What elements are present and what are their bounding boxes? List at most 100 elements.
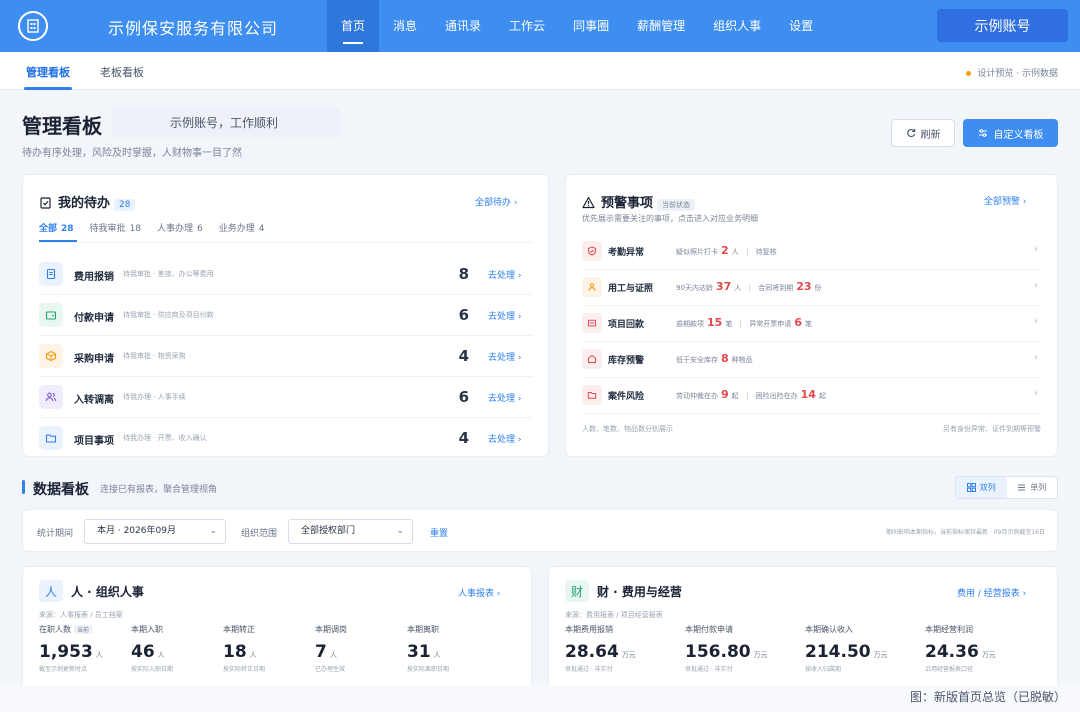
period-note: 期间影响本期指标，当前指标保持最新 · 09月示例截至16日	[886, 529, 1045, 536]
period-value: 本月 · 2026年09月	[97, 526, 176, 536]
refresh-button[interactable]: 刷新	[891, 119, 955, 147]
tab-management-board[interactable]: 管理看板	[26, 64, 70, 80]
todo-tab-1[interactable]: 待我审批 18	[90, 221, 141, 234]
warning-row[interactable]: 案件风险 劳动仲裁在办 9 起困险出险在办 14 起 ›	[582, 378, 1040, 414]
metric-item: 本期确认收入 214.50 万元 按收入归属期	[805, 624, 888, 673]
all-warning-label: 全部预警	[984, 197, 1021, 207]
metric-label: 本期离职	[407, 625, 439, 634]
todo-row-desc: 待我审批 · 物资采购	[123, 352, 186, 360]
process-link[interactable]: 去处理 ›	[488, 268, 521, 281]
two-column-toggle[interactable]: 双列	[956, 477, 1007, 498]
people-report-link[interactable]: 人事报表 ›	[458, 586, 501, 599]
todo-tab-3[interactable]: 业务办理 4	[219, 221, 265, 234]
process-label: 去处理	[488, 271, 516, 281]
todo-tabs: 全部 28 待我审批 18 人事办理 6 业务办理 4	[39, 221, 265, 234]
nav-item-1[interactable]: 消息	[379, 0, 431, 52]
chevron-right-icon: ›	[1022, 197, 1027, 207]
tab-boss-board[interactable]: 老板看板	[100, 64, 144, 80]
chevron-right-icon: ›	[496, 589, 501, 599]
refresh-label: 刷新	[920, 129, 941, 141]
process-link[interactable]: 去处理 ›	[488, 309, 521, 322]
nav-item-2[interactable]: 通讯录	[431, 0, 495, 52]
metric-item: 本期费用报销 28.64 万元 审批通过 · 非实付	[565, 624, 636, 673]
warning-row-name: 考勤异常	[608, 248, 645, 258]
metric-value-row: 31 人	[407, 642, 449, 662]
detail-unit: 人	[734, 284, 742, 292]
todo-tab-2[interactable]: 人事办理 6	[157, 221, 203, 234]
nav-item-4[interactable]: 同事圈	[559, 0, 623, 52]
single-column-toggle[interactable]: 单列	[1007, 477, 1058, 498]
all-todo-link[interactable]: 全部待办 ›	[475, 195, 518, 208]
todo-row[interactable]: 入转调离 待我办理 · 人事手续 6 去处理 ›	[39, 378, 533, 418]
detail-label: 90天内达龄	[676, 284, 713, 292]
filter-bar: 统计期间 本月 · 2026年09月 ⌄ 组织范围 全部授权部门 ⌄ 重置 期间影响…	[22, 509, 1058, 552]
warning-title-row: 预警事项 当前状态	[582, 192, 696, 211]
sliders-icon	[978, 129, 987, 137]
sub-navbar: 管理看板 老板看板 设计预览 · 示例数据	[0, 52, 1080, 90]
preview-text: 设计预览 · 示例数据	[977, 69, 1058, 79]
process-label: 去处理	[488, 435, 516, 445]
warning-state-badge: 当前状态	[657, 199, 696, 211]
chevron-right-icon: ›	[1034, 316, 1038, 327]
building-logo-icon[interactable]	[18, 11, 48, 41]
todo-row[interactable]: 费用报销 待我审批 · 差旅、办公等费用 8 去处理 ›	[39, 255, 533, 295]
chevron-right-icon: ›	[515, 271, 522, 281]
finance-report-link[interactable]: 费用 / 经营报表 ›	[957, 586, 1026, 599]
process-link[interactable]: 去处理 ›	[488, 391, 521, 404]
metric-value-row: 1,953 人	[39, 642, 103, 662]
shield-check-icon	[582, 241, 602, 261]
metric-value-row: 46 人	[131, 642, 173, 662]
customize-board-button[interactable]: 自定义看板	[963, 119, 1058, 147]
process-link[interactable]: 去处理 ›	[488, 350, 521, 363]
metric-item: 本期经营利润 24.36 万元 沿用经营报表口径	[925, 624, 996, 673]
reset-button[interactable]: 重置	[430, 526, 448, 539]
todo-row-count: 8	[458, 265, 469, 283]
warning-row[interactable]: 项目回款 逾期款项 15 笔异常开票申请 6 笔 ›	[582, 306, 1040, 342]
metric-note: 按实际转正日期	[223, 666, 266, 673]
metric-item: 本期付款申请 156.80 万元 审批通过 · 非实付	[685, 624, 768, 673]
account-button[interactable]: 示例账号	[937, 9, 1068, 42]
todo-tab-0[interactable]: 全部 28	[39, 221, 74, 234]
todo-row-desc: 待我审批 · 供应商及项目付款	[123, 311, 214, 319]
warehouse-icon	[582, 349, 602, 369]
metric-value: 7	[315, 642, 327, 662]
detail-unit: 起	[818, 392, 826, 400]
warning-row[interactable]: 用工与证照 90天内达龄 37 人 合同将到期 23 份 ›	[582, 270, 1040, 306]
warning-footnote-left: 人数、笔数、物品数分别展示	[582, 425, 673, 433]
people-source: 来源：人事报表 / 员工档案	[39, 611, 123, 619]
finance-source: 来源：费用报表 / 项目经营报表	[565, 611, 663, 619]
nav-item-3[interactable]: 工作云	[495, 0, 559, 52]
chevron-right-icon: ›	[515, 353, 522, 363]
customize-label: 自定义看板	[993, 129, 1044, 141]
nav-item-7[interactable]: 设置	[775, 0, 827, 52]
warning-row-name: 项目回款	[608, 320, 645, 330]
metric-unit: 人	[329, 651, 337, 659]
warning-row[interactable]: 库存预警 低于安全库存 8 种物品 ›	[582, 342, 1040, 378]
process-link[interactable]: 去处理 ›	[488, 432, 521, 445]
invoice-icon	[582, 313, 602, 333]
all-warning-link[interactable]: 全部预警 ›	[984, 194, 1027, 207]
chevron-right-icon: ›	[1034, 244, 1038, 255]
folder-icon	[39, 426, 63, 450]
scope-value: 全部授权部门	[301, 526, 356, 536]
todo-row[interactable]: 采购申请 待我审批 · 物资采购 4 去处理 ›	[39, 337, 533, 377]
scope-select[interactable]: 全部授权部门 ⌄	[288, 519, 413, 544]
todo-row[interactable]: 付款申请 待我审批 · 供应商及项目付款 6 去处理 ›	[39, 296, 533, 336]
warning-row[interactable]: 考勤异常 疑似照片打卡 2 人 待复核 ›	[582, 234, 1040, 270]
refresh-icon	[906, 129, 915, 138]
metric-value-row: 214.50 万元	[805, 642, 888, 662]
detail-number: 2	[721, 244, 729, 257]
metric-value-row: 7人	[315, 642, 347, 662]
detail-unit: 笔	[725, 320, 733, 328]
chevron-right-icon: ›	[513, 198, 518, 208]
chevron-right-icon: ›	[1034, 280, 1038, 291]
period-select[interactable]: 本月 · 2026年09月 ⌄	[84, 519, 226, 544]
divider	[39, 242, 533, 243]
metric-item: 本期离职 31 人按实际离职日期	[407, 624, 449, 673]
nav-item-5[interactable]: 薪酬管理	[623, 0, 699, 52]
warning-row-details: 逾期款项 15 笔异常开票申请 6 笔	[676, 316, 812, 329]
data-board-title: 数据看板	[33, 482, 89, 498]
nav-item-0[interactable]: 首页	[327, 0, 380, 52]
nav-item-6[interactable]: 组织人事	[699, 0, 775, 52]
todo-row[interactable]: 项目事项 待我办理 · 开票、收入确认 4 去处理 ›	[39, 419, 533, 459]
